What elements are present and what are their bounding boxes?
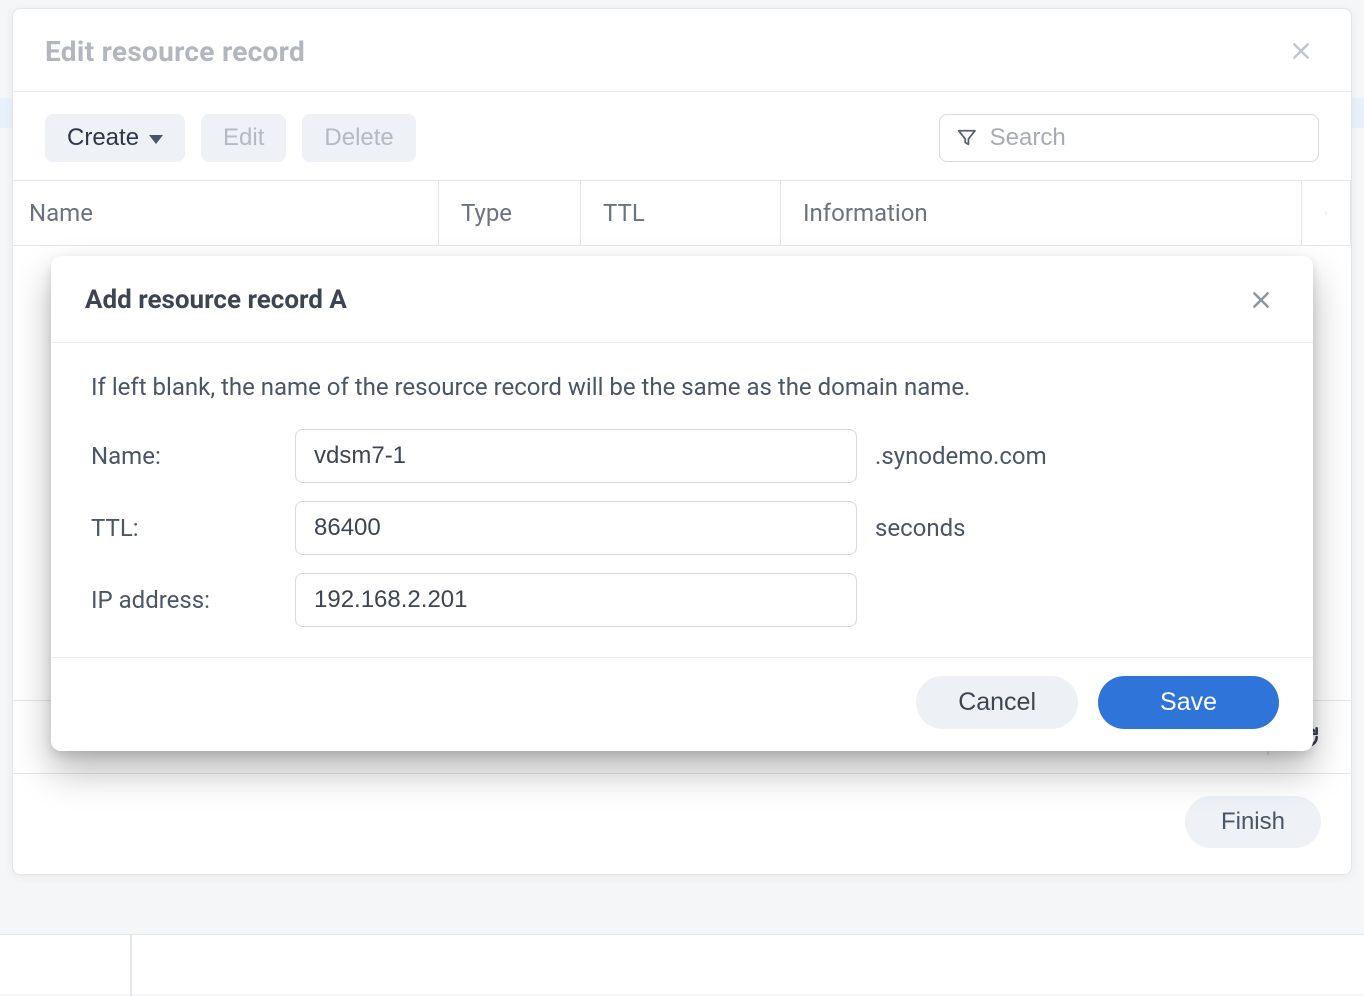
modal-close-button[interactable] bbox=[1243, 282, 1279, 318]
cancel-button[interactable]: Cancel bbox=[916, 676, 1078, 729]
close-button[interactable] bbox=[1283, 33, 1319, 69]
seconds-suffix: seconds bbox=[875, 514, 966, 542]
save-button[interactable]: Save bbox=[1098, 676, 1279, 729]
form-row-ttl: TTL: seconds bbox=[91, 501, 1273, 555]
modal-body: If left blank, the name of the resource … bbox=[51, 343, 1313, 658]
ttl-input[interactable] bbox=[295, 501, 857, 555]
column-type[interactable]: Type bbox=[439, 181, 581, 245]
name-label: Name: bbox=[91, 442, 295, 470]
edit-button[interactable]: Edit bbox=[201, 114, 286, 162]
ip-label: IP address: bbox=[91, 586, 295, 614]
dialog-title: Edit resource record bbox=[45, 35, 305, 68]
form-row-ip: IP address: bbox=[91, 573, 1273, 627]
chevron-down-icon bbox=[149, 135, 163, 144]
filter-icon bbox=[956, 126, 978, 150]
name-input[interactable] bbox=[295, 429, 857, 483]
modal-hint: If left blank, the name of the resource … bbox=[91, 373, 1273, 401]
ttl-label: TTL: bbox=[91, 514, 295, 542]
form-row-name: Name: .synodemo.com bbox=[91, 429, 1273, 483]
toolbar: Create Edit Delete bbox=[13, 92, 1351, 180]
domain-suffix: .synodemo.com bbox=[875, 442, 1047, 470]
add-record-a-modal: Add resource record A If left blank, the… bbox=[51, 256, 1313, 751]
toolbar-right bbox=[939, 114, 1319, 162]
finish-button[interactable]: Finish bbox=[1185, 796, 1321, 848]
search-field[interactable] bbox=[939, 114, 1319, 162]
column-ttl[interactable]: TTL bbox=[581, 181, 781, 245]
finish-button-label: Finish bbox=[1221, 808, 1285, 835]
create-button[interactable]: Create bbox=[45, 114, 185, 162]
grid-header: Name Type TTL Information bbox=[13, 181, 1351, 246]
modal-title: Add resource record A bbox=[85, 285, 347, 315]
modal-footer: Cancel Save bbox=[51, 658, 1313, 751]
modal-titlebar: Add resource record A bbox=[51, 256, 1313, 343]
dialog-footer: Finish bbox=[13, 774, 1351, 874]
edit-button-label: Edit bbox=[223, 124, 264, 152]
column-name[interactable]: Name bbox=[13, 181, 439, 245]
create-button-label: Create bbox=[67, 124, 139, 152]
kebab-icon bbox=[1324, 202, 1328, 224]
close-icon bbox=[1251, 290, 1271, 310]
delete-button[interactable]: Delete bbox=[302, 114, 415, 162]
delete-button-label: Delete bbox=[324, 124, 393, 152]
search-input[interactable] bbox=[990, 124, 1302, 152]
edit-resource-record-dialog: Edit resource record Create Edit Delete bbox=[12, 8, 1352, 875]
close-icon bbox=[1291, 41, 1311, 61]
column-information[interactable]: Information bbox=[781, 181, 1301, 245]
column-options-button[interactable] bbox=[1301, 181, 1351, 245]
toolbar-left: Create Edit Delete bbox=[45, 114, 416, 162]
base-panel bbox=[0, 934, 1364, 994]
ip-address-input[interactable] bbox=[295, 573, 857, 627]
save-button-label: Save bbox=[1160, 688, 1217, 716]
cancel-button-label: Cancel bbox=[958, 688, 1036, 716]
base-divider bbox=[130, 934, 132, 996]
dialog-titlebar: Edit resource record bbox=[13, 9, 1351, 92]
